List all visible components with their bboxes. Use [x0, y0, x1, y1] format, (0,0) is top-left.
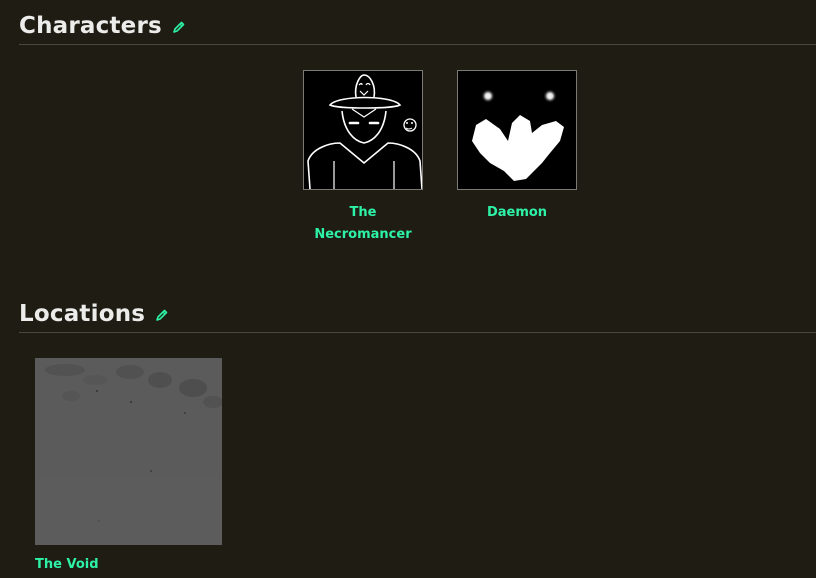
pencil-icon[interactable]: [172, 19, 186, 33]
locations-section-header: Locations: [19, 296, 816, 333]
necromancer-label[interactable]: The Necromancer: [303, 202, 423, 246]
necromancer-label-line2: Necromancer: [314, 227, 412, 242]
necromancer-label-line1: The: [349, 205, 377, 220]
the-void-image[interactable]: [35, 358, 222, 545]
necromancer-portrait[interactable]: [303, 70, 423, 190]
characters-section-header: Characters: [19, 8, 816, 45]
the-void-label[interactable]: The Void: [35, 557, 222, 572]
pencil-icon[interactable]: [155, 307, 169, 321]
daemon-label[interactable]: Daemon: [457, 202, 577, 224]
page: Characters The Necromancer Daemon Locati…: [0, 0, 816, 578]
character-card-daemon[interactable]: Daemon: [457, 70, 577, 224]
location-card-the-void[interactable]: The Void: [35, 358, 222, 572]
locations-heading: Locations: [19, 301, 146, 327]
character-card-necromancer[interactable]: The Necromancer: [303, 70, 423, 246]
characters-heading: Characters: [19, 13, 162, 39]
daemon-portrait[interactable]: [457, 70, 577, 190]
